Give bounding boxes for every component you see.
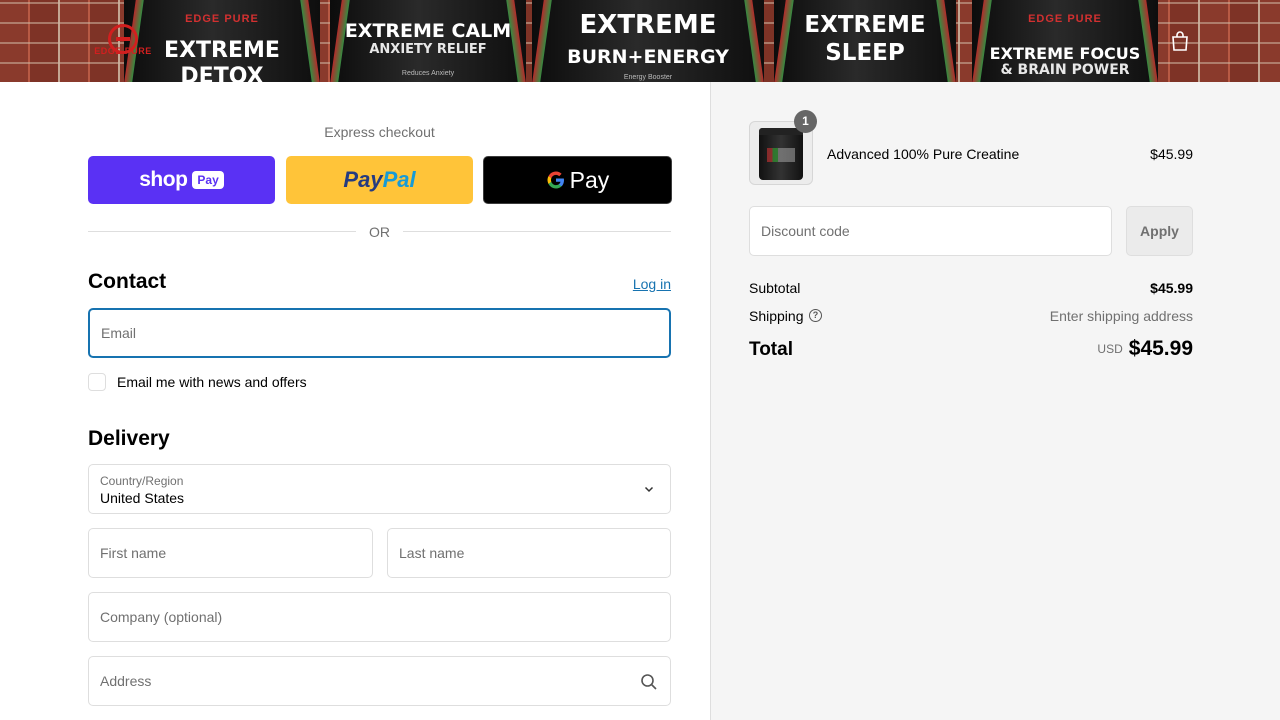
- google-pay-button[interactable]: Pay: [483, 156, 672, 204]
- country-label: Country/Region: [100, 474, 184, 488]
- first-name-field[interactable]: First name: [88, 528, 373, 578]
- subtotal-label: Subtotal: [749, 280, 801, 296]
- quantity-badge: 1: [794, 110, 817, 133]
- or-divider: OR: [88, 222, 671, 242]
- order-summary: 1 Advanced 100% Pure Creatine $45.99 Dis…: [710, 82, 1280, 720]
- newsletter-option[interactable]: Email me with news and offers: [88, 373, 307, 391]
- total-currency: USD: [1097, 342, 1123, 356]
- google-pay-wordmark: Pay: [546, 167, 609, 194]
- log-in-link[interactable]: Log in: [600, 276, 671, 292]
- paypal-button[interactable]: PayPal: [286, 156, 473, 204]
- total-value: $45.99: [1128, 337, 1193, 360]
- paypal-wordmark: PayPal: [343, 167, 416, 192]
- banner-product-line2: SLEEP: [825, 40, 905, 66]
- shopping-bag-icon[interactable]: [1170, 30, 1190, 52]
- banner-product-line2: & BRAIN POWER: [1000, 62, 1130, 78]
- total-label: Total: [749, 339, 793, 360]
- store-logo[interactable]: EDGE PURE: [90, 24, 156, 60]
- banner-product-line1: EXTREME: [579, 10, 717, 40]
- shop-pay-badge: Pay: [192, 171, 224, 189]
- product-name: Advanced 100% Pure Creatine: [827, 146, 1020, 162]
- banner-product-line1: EXTREME FOCUS: [989, 44, 1141, 63]
- banner-product-brand: EDGE PURE: [1028, 13, 1102, 25]
- shipping-label: Shipping: [749, 308, 804, 324]
- apply-discount-button[interactable]: Apply: [1126, 206, 1193, 256]
- newsletter-label: Email me with news and offers: [117, 374, 307, 390]
- express-checkout-label: Express checkout: [324, 124, 435, 140]
- country-value: United States: [100, 490, 185, 506]
- banner-product-line2: BURN+ENERGY: [567, 46, 729, 68]
- product-price: $45.99: [1150, 146, 1193, 162]
- total-amount: USD $45.99: [993, 337, 1193, 361]
- discount-code-placeholder: Discount code: [761, 223, 850, 239]
- help-icon[interactable]: ?: [809, 309, 822, 322]
- banner-product-tagline: Energy Booster: [623, 74, 673, 81]
- banner-product-line1: EXTREME CALM: [344, 20, 512, 42]
- contact-heading: Contact: [88, 270, 167, 293]
- checkout-main: Express checkout shop Pay PayPal Pay OR …: [0, 82, 710, 720]
- banner-product-line2: ANXIETY RELIEF: [369, 42, 487, 57]
- logo-text: EDGE PURE: [94, 46, 152, 56]
- chevron-down-icon: [644, 486, 654, 493]
- country-select[interactable]: Country/Region United States: [88, 464, 671, 514]
- email-field[interactable]: Email: [88, 308, 671, 358]
- banner-product-sleep: EXTREME SLEEP: [774, 0, 956, 82]
- first-name-placeholder: First name: [100, 545, 167, 561]
- banner-product-focus: EDGE PURE EXTREME FOCUS & BRAIN POWER: [972, 0, 1158, 82]
- email-placeholder: Email: [101, 325, 137, 341]
- address-field[interactable]: Address: [88, 656, 671, 706]
- banner-product-line2: DETOX: [180, 64, 264, 82]
- subtotal-value: $45.99: [1150, 280, 1193, 296]
- banner-product-tagline: Reduces Anxiety: [401, 70, 455, 77]
- newsletter-checkbox[interactable]: [88, 373, 106, 391]
- banner-product-calm: EXTREME CALM ANXIETY RELIEF Reduces Anxi…: [330, 0, 526, 82]
- banner-product-burn: EXTREME BURN+ENERGY Energy Booster: [532, 0, 764, 82]
- address-placeholder: Address: [100, 673, 152, 689]
- or-divider-text: OR: [369, 224, 390, 240]
- delivery-heading: Delivery: [88, 427, 170, 450]
- company-field[interactable]: Company (optional): [88, 592, 671, 642]
- google-g-icon: [547, 171, 564, 189]
- banner-product-line1: EXTREME: [804, 12, 926, 38]
- last-name-field[interactable]: Last name: [387, 528, 671, 578]
- shipping-value: Enter shipping address: [1049, 308, 1193, 324]
- shop-pay-button[interactable]: shop Pay: [88, 156, 275, 204]
- header-banner: EDGE PURE EDGE PURE EXTREME DETOX EXTREM…: [0, 0, 1280, 82]
- last-name-placeholder: Last name: [399, 545, 465, 561]
- company-placeholder: Company (optional): [100, 609, 223, 625]
- search-icon: [641, 674, 657, 690]
- shop-pay-wordmark: shop: [139, 168, 188, 191]
- discount-code-field[interactable]: Discount code: [749, 206, 1112, 256]
